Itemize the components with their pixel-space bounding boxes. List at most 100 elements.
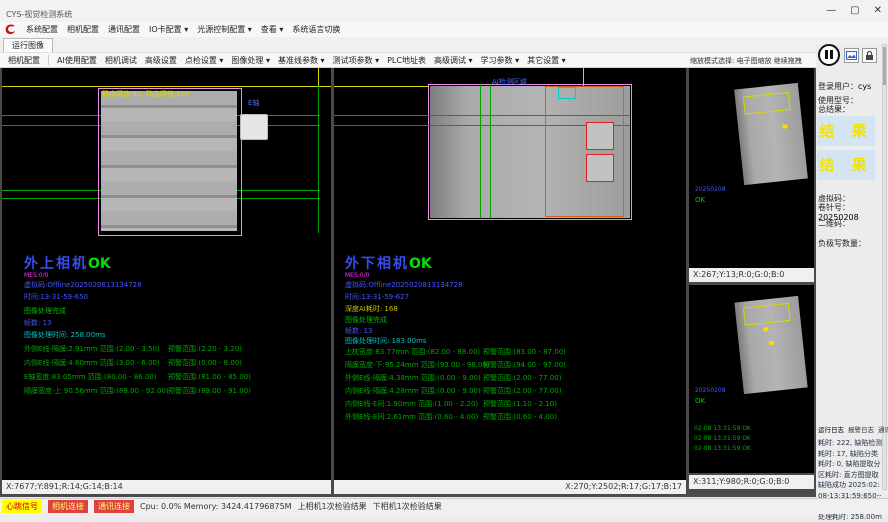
ai-roi-rect-orange <box>545 86 624 217</box>
process-done-line: 图像处理完成 <box>24 306 66 316</box>
measurement-row: 外侧E线-隔膜:4.38mm 范围:(0.00 - 9.00) 预警范围:(2.… <box>345 373 481 383</box>
tool-test-params[interactable]: 测试项参数 ▾ <box>333 55 380 66</box>
warn-range: 预警范围:(94.00 - 97.00) <box>483 360 566 370</box>
time-line: 时间:13-31-59-627 <box>345 292 409 302</box>
tool-learn-params[interactable]: 学习参数 ▾ <box>481 55 520 66</box>
cpu-memory-status: Cpu: 0.0% Memory: 3424.41796875M <box>140 502 292 511</box>
process-done-line: 图像处理完成 <box>345 315 387 325</box>
log-tab-alarm[interactable]: 报警日志 <box>848 424 874 434</box>
process-time-line: 图像处理时间: 258.00ms <box>24 330 106 340</box>
coord-bar-upper: X:7677;Y:891;R:14;G:14;B:14 <box>2 480 331 494</box>
measure-value: 外侧E线-E间:2.61mm 范围:(0.60 - 4.00) <box>345 413 478 421</box>
measure-value: 内侧E线-E间:1.90mm 范围:(1.00 - 2.20) <box>345 400 478 408</box>
camera-name: 外上相机 <box>24 256 88 272</box>
lower-camera-result-status: 下相机1次检验结果 <box>373 501 442 512</box>
result-box-2: 结 果 <box>817 150 875 180</box>
time-line: 时间:13-31-59-650 <box>24 292 88 302</box>
measurement-row: 隔膜宽度-下:95.24mm 范围:(93.00 - 98.00) 预警范围:(… <box>345 360 490 370</box>
tool-baseline-params[interactable]: 基准线参数 ▾ <box>278 55 325 66</box>
camera-view-lower[interactable]: AI检测区域 外下相机OK MES:0/0 虚拟码:Offline2025020… <box>334 68 686 480</box>
tool-camera-debug[interactable]: 相机调试 <box>105 55 137 66</box>
camera-view-upper[interactable]: 静态阈值:93, 动态阈值:100 E轴 外上相机OK MES:0/0 虚拟码:… <box>2 68 331 480</box>
menu-item-light-config[interactable]: 光源控制配置 ▾ <box>197 24 252 35</box>
tool-plc-address[interactable]: PLC地址表 <box>387 55 426 66</box>
heartbeat-status-badge: 心跳信号 <box>2 500 42 513</box>
highlight-mark <box>769 341 774 346</box>
small-camera-image-2 <box>734 296 807 394</box>
small-camera-view-2[interactable]: 20250208 OK 02-08 13:31:59 OK 02-08 13:3… <box>689 285 814 473</box>
tool-camera-config[interactable]: 相机配置 <box>8 55 40 66</box>
measurement-row: 隔膜宽度-上:90.56mm 范围:(88.00 - 92.00) 预警范围:(… <box>24 386 169 396</box>
camera-name: 外下相机 <box>345 256 409 272</box>
measurement-row: 内侧E线-E间:1.90mm 范围:(1.00 - 2.20) 预警范围:(1.… <box>345 399 478 409</box>
small-camera-view-1[interactable]: 20250208 OK <box>689 68 814 268</box>
tab-strip: 运行图像 <box>0 37 888 52</box>
menu-item-system-config[interactable]: 系统配置 <box>26 24 58 35</box>
log-line: 02-08 13:31:59 OK <box>694 425 751 432</box>
maximize-button[interactable]: ▢ <box>850 5 859 16</box>
minimize-button[interactable]: — <box>826 5 836 16</box>
tool-advanced-debug[interactable]: 高级调试 ▾ <box>434 55 473 66</box>
defect-rect-red <box>586 154 614 182</box>
small-view-ok-line: OK <box>695 397 705 405</box>
app-logo-icon <box>4 23 17 36</box>
menu-item-language-switch[interactable]: 系统语言切换 <box>292 24 340 35</box>
ruler-line-yellow-v <box>318 68 319 86</box>
zoom-mode-label[interactable]: 缩放模式选择: 电子图缩放 继续拖拽 <box>690 56 802 66</box>
close-button[interactable]: ✕ <box>874 5 882 16</box>
barcode-line: 虚拟码:Offline2025020813134728 <box>345 280 463 290</box>
tool-other-settings[interactable]: 其它设置 ▾ <box>527 55 566 66</box>
measure-value: 上枕宽度:83.77mm 范围:(82.00 - 88.00) <box>345 348 480 356</box>
status-bar: 心跳信号 相机连接 通讯连接 Cpu: 0.0% Memory: 3424.41… <box>0 498 888 514</box>
frame-count-line: 帧数: 13 <box>345 326 373 336</box>
menu-item-camera-config[interactable]: 相机配置 <box>67 24 99 35</box>
barcode-line: 虚拟码:Offline2025020813134728 <box>24 280 142 290</box>
tool-image-process[interactable]: 图像处理 ▾ <box>231 55 270 66</box>
defect-rect-red <box>586 122 614 150</box>
warn-range: 预警范围:(0.00 - 8.00) <box>168 358 242 368</box>
small-view-code-line: 20250208 <box>695 387 726 394</box>
window-title: CYS-视觉检测系统 <box>6 9 72 20</box>
measure-line-green-v <box>480 84 481 218</box>
qr-code-label: 二维码： <box>818 218 850 229</box>
probe-object <box>240 114 268 140</box>
result-ok: OK <box>88 256 111 272</box>
log-line: 02-08 13:31:59 OK <box>694 435 751 442</box>
coord-bar-small-2: X:311;Y:980;R:0;G:0;B:0 <box>689 475 814 489</box>
snapshot-button[interactable] <box>844 48 859 63</box>
measure-value: 外侧E线-隔膜:4.38mm 范围:(0.00 - 9.00) <box>345 374 481 382</box>
result-ok: OK <box>409 256 432 272</box>
app-window: CYS-视觉检测系统 — ▢ ✕ 系统配置 相机配置 通讯配置 IO卡配置 ▾ … <box>0 0 888 522</box>
tool-spot-check[interactable]: 点检设置 ▾ <box>185 55 224 66</box>
ruler-line-yellow <box>2 86 331 87</box>
menu-item-view[interactable]: 查看 ▾ <box>261 24 284 35</box>
lock-button[interactable] <box>862 48 877 63</box>
window-controls: — ▢ ✕ <box>826 5 882 16</box>
small-view-code-line: 20250208 <box>695 186 726 193</box>
measure-value: 外侧E线-隔膜:2.91mm 范围:(2.00 - 3.50) <box>24 345 160 353</box>
log-tab-run[interactable]: 运行日志 <box>818 424 844 434</box>
log-tab-comm[interactable]: 通讯日志 <box>878 424 888 434</box>
coord-bar-small-1: X:267;Y:13;R:0;G:0;B:0 <box>689 268 814 282</box>
camera-result-title: 外上相机OK <box>24 253 111 273</box>
pin-number-label: 卷针号： <box>818 202 850 213</box>
menu-item-comm-config[interactable]: 通讯配置 <box>108 24 140 35</box>
warn-range: 预警范围:(81.00 - 85.00) <box>168 372 251 382</box>
small-view-ok-line: OK <box>695 196 705 204</box>
tool-ai-use-config[interactable]: AI使用配置 <box>57 55 97 66</box>
main-area: 静态阈值:93, 动态阈值:100 E轴 外上相机OK MES:0/0 虚拟码:… <box>0 68 888 497</box>
tab-run-image[interactable]: 运行图像 <box>3 38 53 52</box>
tool-advanced-settings[interactable]: 高级设置 <box>145 55 177 66</box>
menu-item-io-config[interactable]: IO卡配置 ▾ <box>149 24 188 35</box>
camera-image-upper <box>101 91 237 231</box>
scrollbar-thumb[interactable] <box>883 47 886 85</box>
warn-range: 预警范围:(0.60 - 4.00) <box>483 412 557 422</box>
title-bar: CYS-视觉检测系统 — ▢ ✕ <box>0 0 888 23</box>
warn-range: 预警范围:(1.10 - 2.10) <box>483 399 557 409</box>
highlight-mark <box>782 124 787 129</box>
measure-value: 隔膜宽度-下:95.24mm 范围:(93.00 - 98.00) <box>345 361 490 369</box>
pause-icon <box>825 50 833 59</box>
measure-line-green-v <box>490 84 491 218</box>
pause-button[interactable] <box>818 44 840 66</box>
measurement-row: 内侧E线-隔膜:4.28mm 范围:(0.00 - 9.00) 预警范围:(2.… <box>345 386 481 396</box>
